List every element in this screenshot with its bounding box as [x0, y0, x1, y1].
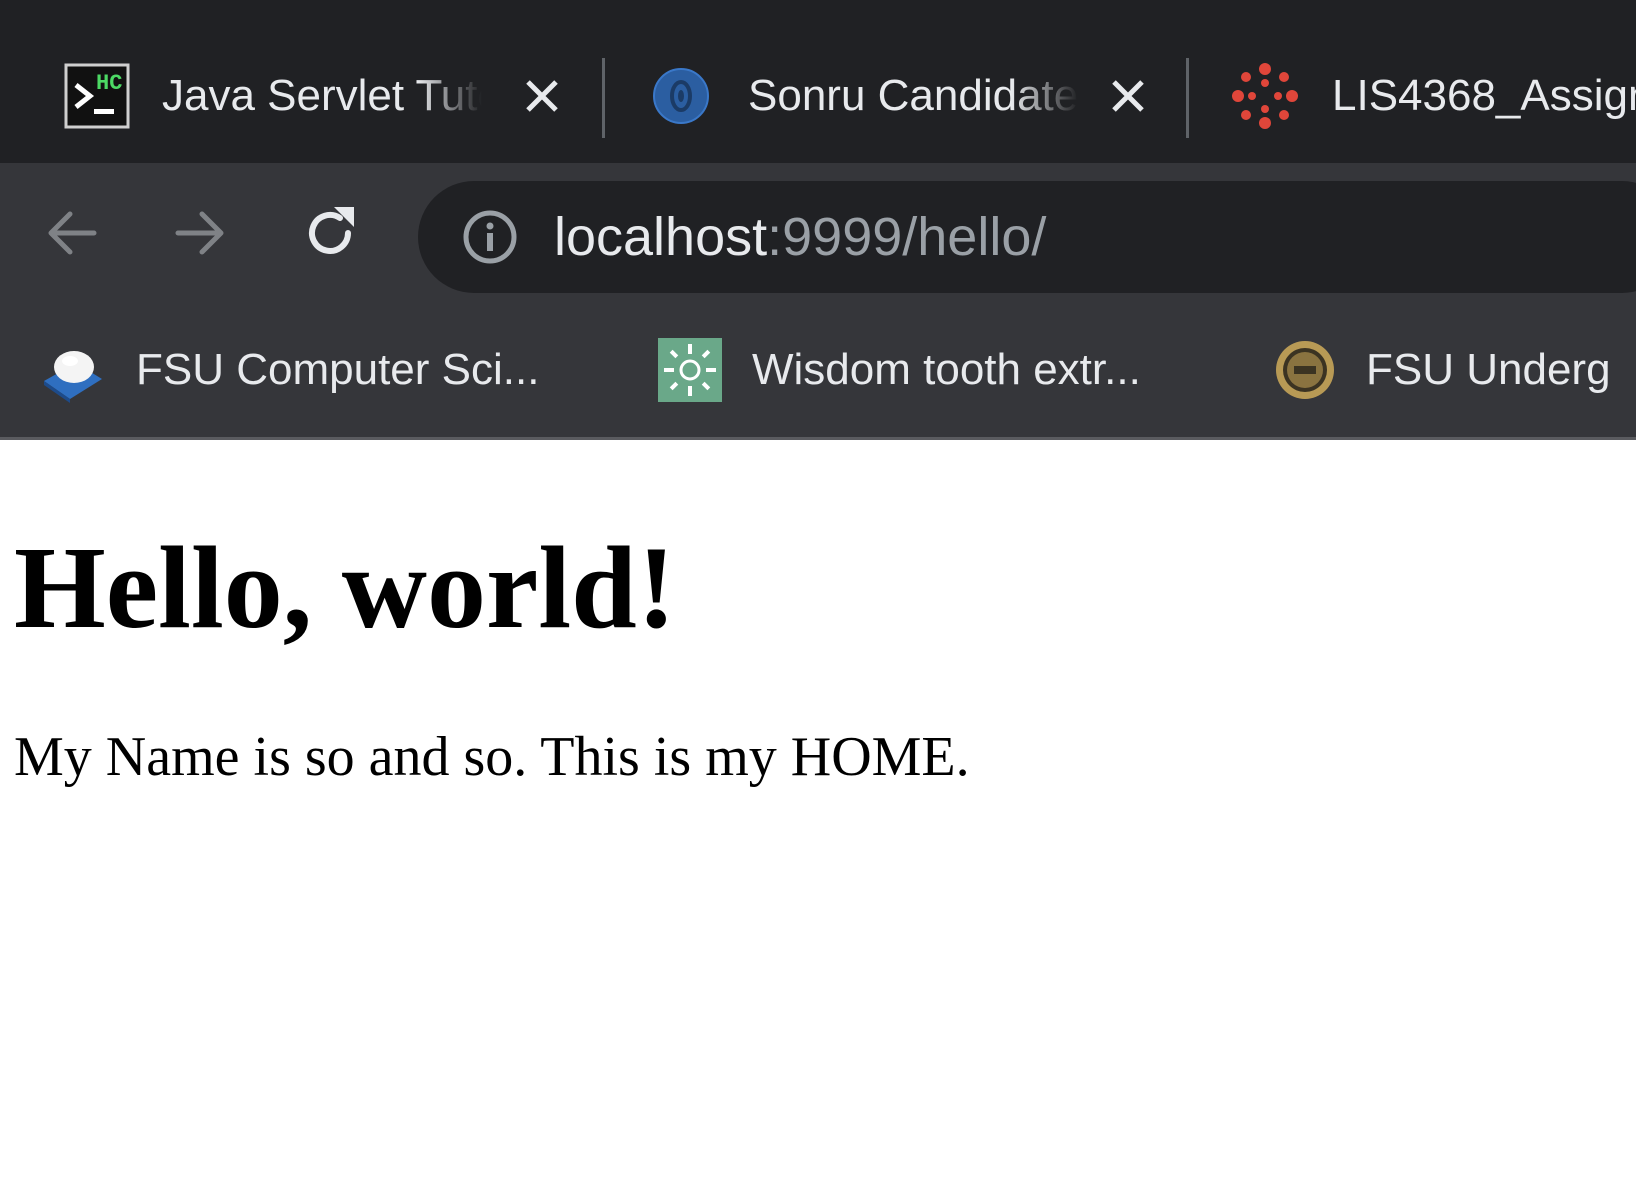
tab-title: LIS4368_Assignments — [1332, 71, 1636, 120]
bookmark-label: FSU Underg — [1366, 345, 1611, 394]
bookmark-label: FSU Computer Sci... — [136, 345, 540, 394]
address-bar[interactable]: localhost:9999/hello/ — [418, 181, 1636, 293]
tab-separator — [602, 58, 605, 138]
bookmark-fsu-cs[interactable]: FSU Computer Sci... — [40, 335, 539, 405]
url-text[interactable]: localhost:9999/hello/ — [554, 203, 1046, 271]
tab-sonru[interactable]: Sonru Candidate — [652, 54, 1162, 138]
page-content: Hello, world! My Name is so and so. This… — [0, 440, 1636, 1194]
forward-button[interactable] — [170, 205, 230, 265]
canvas-logo-icon — [1232, 63, 1298, 129]
tab-java-servlet[interactable]: HC Java Servlet Tutorial — [64, 54, 574, 138]
tab-lis4368[interactable]: LIS4368_Assignments — [1232, 54, 1636, 138]
fsu-seal-icon — [1274, 339, 1336, 401]
close-icon[interactable] — [522, 76, 562, 116]
svg-text:HC: HC — [96, 71, 122, 96]
reload-button[interactable] — [300, 205, 360, 265]
tab-title: Sonru Candidate — [748, 71, 1078, 120]
arrow-left-icon — [42, 203, 102, 268]
info-icon[interactable] — [462, 209, 518, 265]
bookmark-wisdom-tooth[interactable]: Wisdom tooth extr... — [658, 335, 1141, 405]
tab-title: Java Servlet Tutorial — [162, 71, 482, 120]
tab-strip: HC Java Servlet Tutorial Sonru Candidate — [0, 0, 1636, 163]
tab-separator — [1186, 58, 1189, 138]
bookmark-label: Wisdom tooth extr... — [752, 345, 1141, 394]
bookmarks-bar: FSU Computer Sci... Wisdom tooth extr... — [0, 307, 1636, 440]
reload-icon — [300, 203, 360, 268]
sonru-logo-icon — [652, 67, 710, 125]
browser-toolbar: localhost:9999/hello/ — [0, 163, 1636, 307]
url-host: localhost — [554, 207, 768, 267]
dental-icon — [658, 338, 722, 402]
page-heading: Hello, world! — [14, 522, 677, 653]
url-path: :9999/hello/ — [767, 207, 1047, 267]
fsu-cs-icon — [40, 337, 106, 403]
back-button[interactable] — [42, 205, 102, 265]
page-paragraph: My Name is so and so. This is my HOME. — [14, 726, 970, 788]
arrow-right-icon — [170, 203, 230, 268]
bookmark-fsu-undergrad[interactable]: FSU Underg — [1274, 335, 1611, 405]
close-icon[interactable] — [1108, 76, 1148, 116]
terminal-hc-icon: HC — [64, 63, 130, 129]
